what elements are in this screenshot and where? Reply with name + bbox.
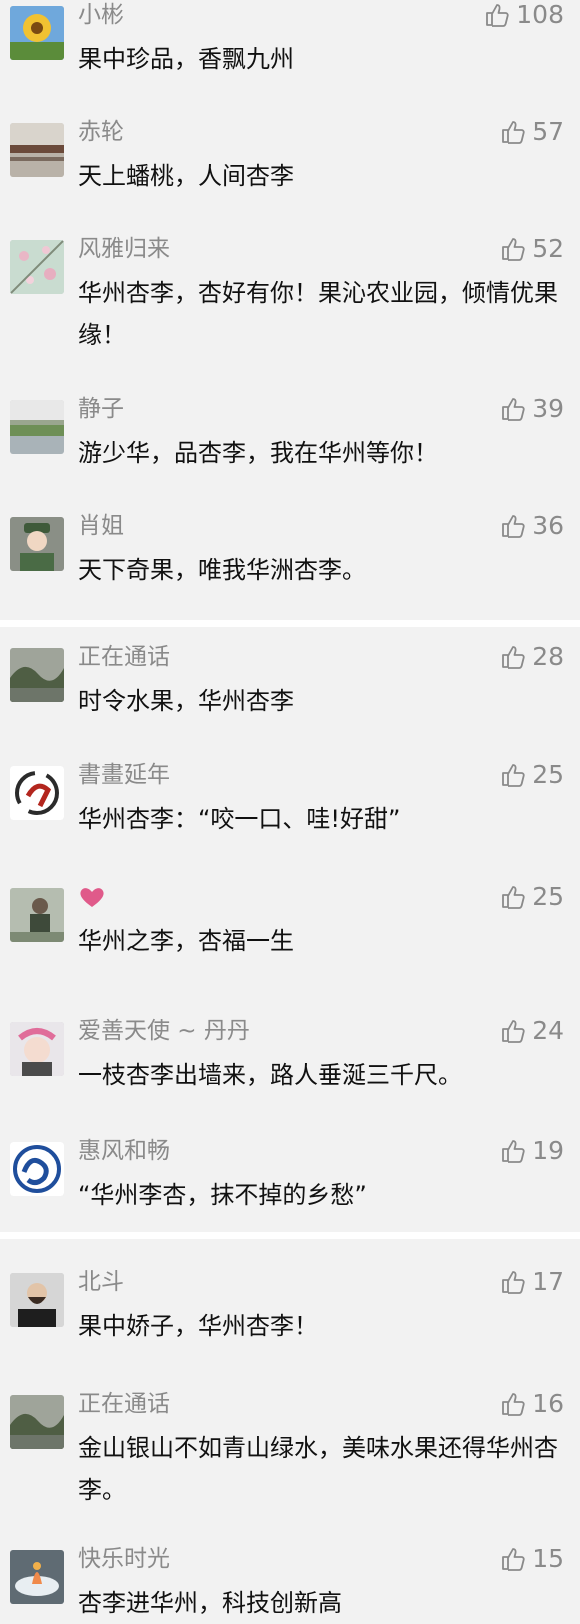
like-count: 36 (532, 511, 564, 540)
dragon-logo-avatar[interactable] (10, 1142, 64, 1196)
scenery-avatar[interactable] (10, 1395, 64, 1449)
thumbs-up-icon (500, 1138, 526, 1164)
section-divider (0, 620, 580, 627)
like-count: 57 (532, 117, 564, 146)
dish-avatar[interactable] (10, 1550, 64, 1604)
comment-text: 时令水果，华州杏李 (78, 687, 294, 715)
sunflower-avatar[interactable] (10, 6, 64, 60)
like-count: 52 (532, 234, 564, 263)
comment-text: 一枝杏李出墙来，路人垂涎三千尺。 (78, 1061, 462, 1089)
like-count: 16 (532, 1389, 564, 1418)
soldier-avatar[interactable] (10, 517, 64, 571)
like-count: 24 (532, 1016, 564, 1045)
like-button[interactable]: 19 (500, 1136, 564, 1166)
like-button[interactable]: 57 (500, 117, 564, 147)
commenter-name[interactable]: 静子 (78, 394, 124, 424)
thumbs-up-icon (500, 1546, 526, 1572)
commenter-name[interactable]: 惠风和畅 (78, 1136, 170, 1166)
commenter-name[interactable]: 肖姐 (78, 511, 124, 541)
heart-icon[interactable] (78, 882, 106, 909)
like-count: 108 (516, 0, 564, 29)
commenter-name[interactable]: 小彬 (78, 0, 124, 30)
thumbs-up-icon (500, 396, 526, 422)
commenter-name[interactable]: 快乐时光 (78, 1544, 170, 1574)
comment-text: 华州杏李，杏好有你！果沁农业园，倾情优果缘！ (78, 279, 558, 349)
thumbs-up-icon (500, 644, 526, 670)
thumbs-up-icon (500, 1018, 526, 1044)
commenter-name[interactable]: 正在通话 (78, 642, 170, 672)
commenter-name[interactable]: 書畫延年 (78, 760, 170, 790)
comment-text: 果中珍品，香飘九州 (78, 45, 294, 73)
person-avatar[interactable] (10, 888, 64, 942)
thumbs-up-icon (484, 2, 510, 28)
thumbs-up-icon (500, 762, 526, 788)
thumbs-up-icon (500, 119, 526, 145)
thumbs-up-icon (500, 513, 526, 539)
comment-list: 小彬 108 果中珍品，香飘九州 赤轮 57 天上蟠桃，人间杏李 风雅归来 52… (0, 0, 580, 1624)
like-count: 17 (532, 1267, 564, 1296)
like-count: 39 (532, 394, 564, 423)
comment-text: 金山银山不如青山绿水，美味水果还得华州杏李。 (78, 1434, 558, 1504)
thumbs-up-icon (500, 236, 526, 262)
like-count: 25 (532, 882, 564, 911)
comment-text: 果中娇子，华州杏李！ (78, 1312, 318, 1340)
comment-text: 华州杏李：“咬一口、哇!好甜” (78, 805, 401, 833)
comment-text: 游少华，品杏李，我在华州等你！ (78, 439, 438, 467)
commenter-name[interactable]: 赤轮 (78, 117, 124, 147)
like-button[interactable]: 24 (500, 1016, 564, 1046)
like-button[interactable]: 52 (500, 234, 564, 264)
comment-text: 华州之李，杏福一生 (78, 927, 294, 955)
comment-text: “华州李杏，抹不掉的乡愁” (78, 1181, 367, 1209)
calligraphy-avatar[interactable] (10, 766, 64, 820)
thumbs-up-icon (500, 884, 526, 910)
like-count: 25 (532, 760, 564, 789)
commenter-name[interactable]: 正在通话 (78, 1389, 170, 1419)
like-button[interactable]: 39 (500, 394, 564, 424)
thumbs-up-icon (500, 1269, 526, 1295)
like-button[interactable]: 17 (500, 1267, 564, 1297)
like-button[interactable]: 25 (500, 760, 564, 790)
scenery-avatar[interactable] (10, 648, 64, 702)
like-button[interactable]: 25 (500, 882, 564, 912)
like-button[interactable]: 36 (500, 511, 564, 541)
commenter-name[interactable]: 北斗 (78, 1267, 124, 1297)
like-button[interactable]: 15 (500, 1544, 564, 1574)
commenter-name[interactable]: 爱善天使 ~ 丹丹 (78, 1016, 250, 1046)
comment-text: 杏李进华州，科技创新高 (78, 1589, 342, 1617)
man-avatar[interactable] (10, 1273, 64, 1327)
thumbs-up-icon (500, 1391, 526, 1417)
like-count: 19 (532, 1136, 564, 1165)
comment-text: 天下奇果，唯我华洲杏李。 (78, 556, 366, 584)
flower-crown-avatar[interactable] (10, 1022, 64, 1076)
like-button[interactable]: 16 (500, 1389, 564, 1419)
blossom-avatar[interactable] (10, 240, 64, 294)
like-button[interactable]: 108 (484, 0, 564, 30)
comment-text: 天上蟠桃，人间杏李 (78, 162, 294, 190)
lake-landscape-avatar[interactable] (10, 123, 64, 177)
section-divider (0, 1232, 580, 1239)
like-button[interactable]: 28 (500, 642, 564, 672)
like-count: 15 (532, 1544, 564, 1573)
river-avatar[interactable] (10, 400, 64, 454)
commenter-name[interactable]: 风雅归来 (78, 234, 170, 264)
like-count: 28 (532, 642, 564, 671)
